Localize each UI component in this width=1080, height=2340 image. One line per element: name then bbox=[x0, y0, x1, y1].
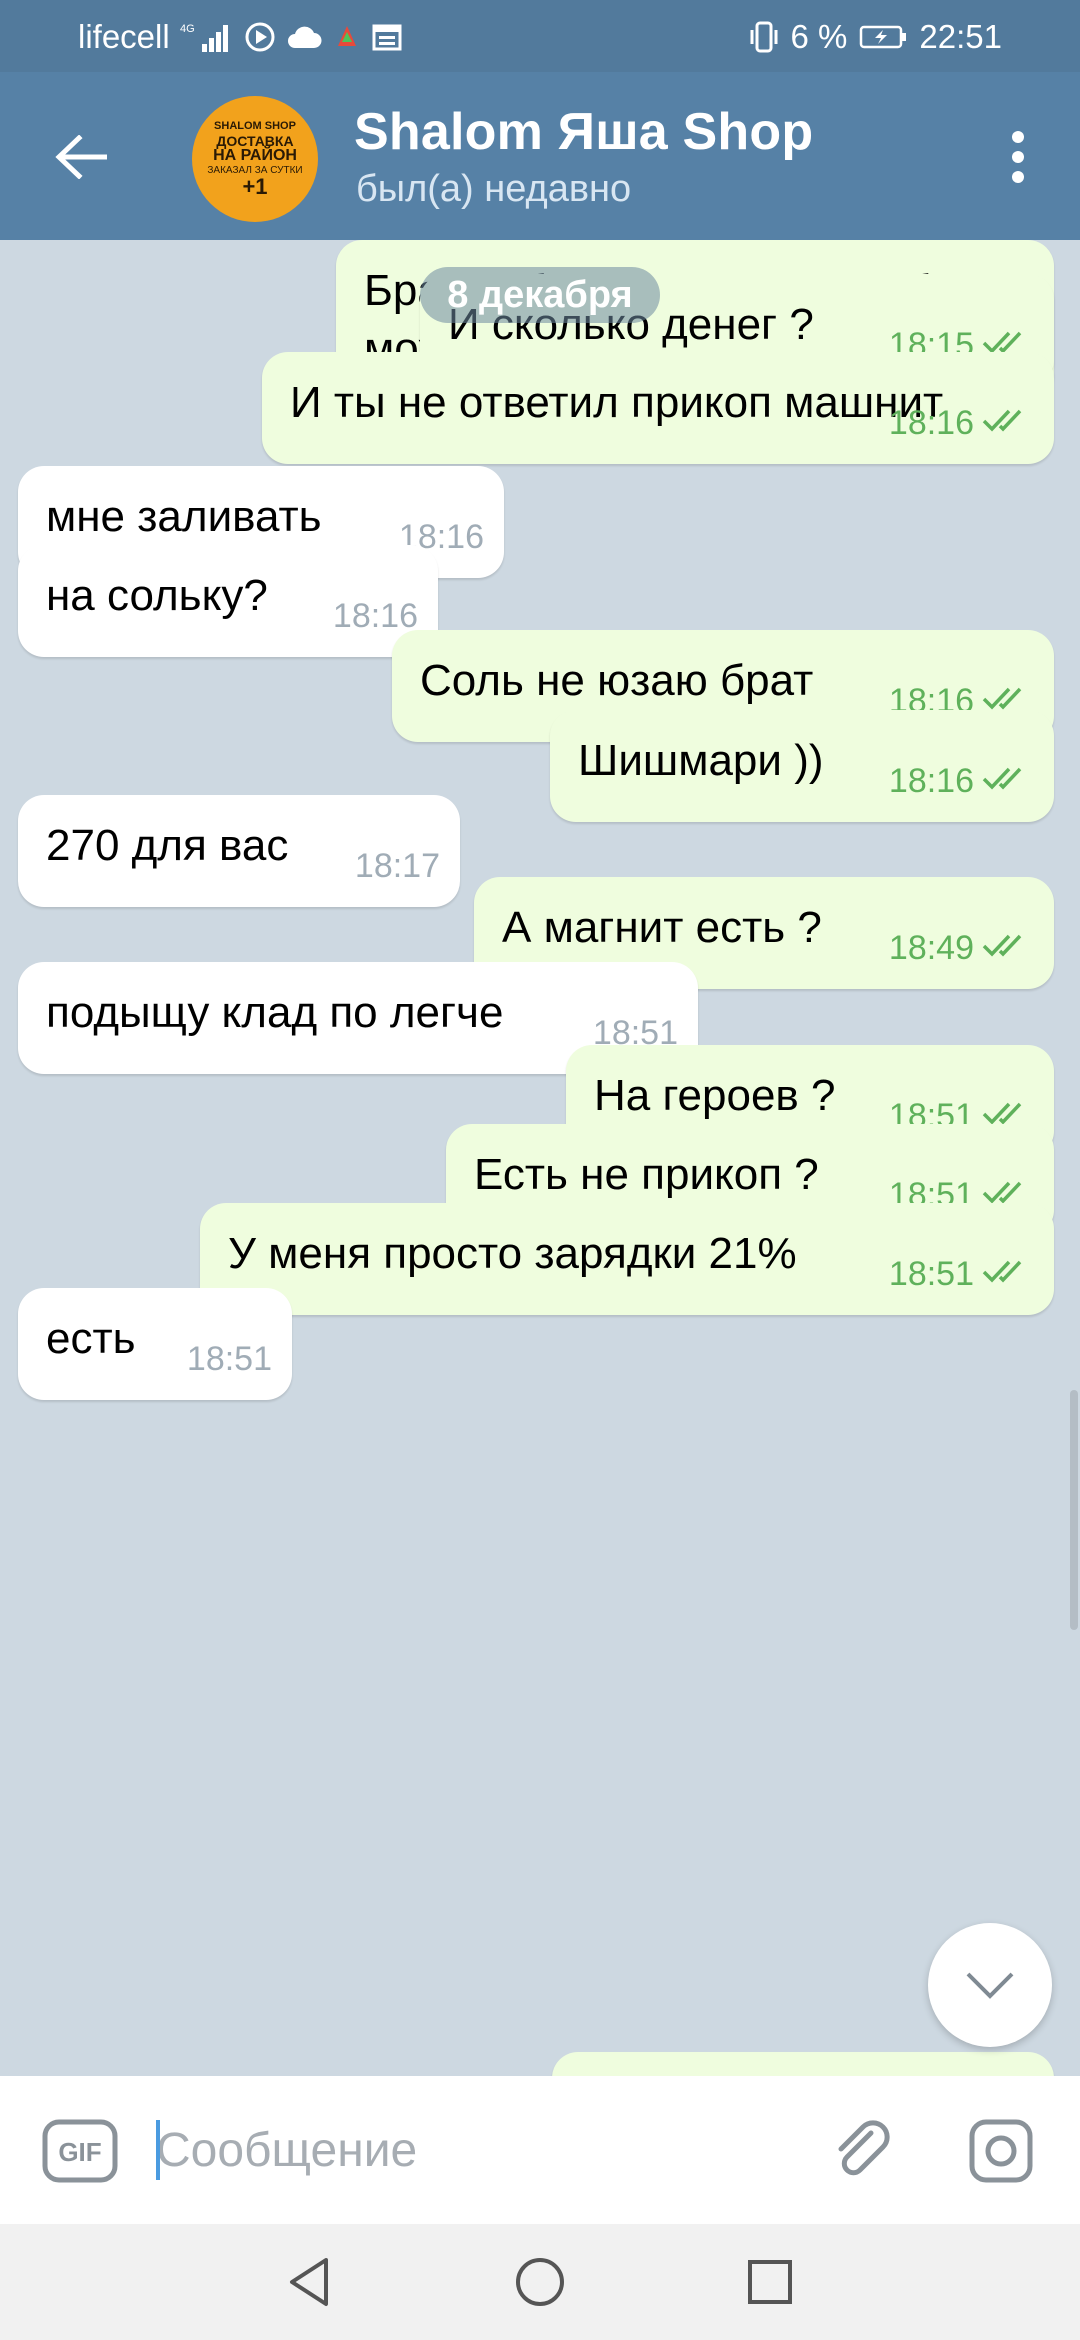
chat-last-seen: был(а) недавно bbox=[356, 168, 632, 210]
message-meta: 18:17 bbox=[355, 837, 440, 895]
avatar-line-1: ДОСТАВКА bbox=[216, 132, 294, 149]
back-button[interactable] bbox=[48, 124, 114, 190]
battery-charging-icon bbox=[859, 24, 907, 50]
carrier-label: lifecell bbox=[78, 18, 170, 55]
nav-recents-button[interactable] bbox=[740, 2252, 800, 2312]
message-input[interactable] bbox=[156, 2110, 796, 2190]
message-time: 18:51 bbox=[888, 1255, 974, 1293]
double-check-icon bbox=[982, 409, 1022, 432]
system-nav-bar bbox=[0, 2224, 1080, 2340]
incoming-message[interactable]: на сольку? 18:16 bbox=[18, 545, 438, 657]
read-receipt bbox=[982, 752, 1034, 810]
message-text: А магнит есть ? bbox=[502, 903, 822, 952]
double-check-icon bbox=[982, 1102, 1022, 1125]
double-check-icon bbox=[982, 687, 1022, 710]
avatar-brand: SHALOM SHOP bbox=[214, 119, 296, 132]
message-text: И ты не ответил прикоп машнит bbox=[290, 378, 944, 427]
text-cursor bbox=[156, 2120, 160, 2180]
gif-icon: GIF bbox=[42, 2119, 118, 2183]
cloud-icon bbox=[286, 24, 322, 50]
message-meta: 18:51 bbox=[889, 1245, 1034, 1303]
clock: 22:51 bbox=[919, 18, 1002, 55]
attach-button[interactable] bbox=[828, 2116, 898, 2186]
chevron-down-icon bbox=[966, 1972, 1014, 1999]
read-receipt bbox=[982, 394, 1034, 452]
avatar-line-2: НА РАЙОН bbox=[213, 146, 297, 164]
read-receipt bbox=[982, 919, 1034, 977]
triangle-back-icon bbox=[290, 2258, 328, 2306]
arrow-left-icon bbox=[55, 135, 107, 179]
scroll-down-button[interactable] bbox=[928, 1923, 1052, 2047]
message-meta: 18:16 bbox=[889, 752, 1034, 810]
camera-button[interactable] bbox=[966, 2116, 1036, 2186]
message-meta: 18:51 bbox=[187, 1330, 272, 1388]
double-check-icon bbox=[982, 1260, 1022, 1283]
message-list[interactable]: Братан боту залить или тебе можно ?18:15… bbox=[0, 240, 1080, 2076]
message-time: 18:51 bbox=[186, 1340, 272, 1378]
outgoing-message[interactable]: И ты не ответил прикоп машнит 18:16 bbox=[262, 352, 1054, 464]
double-check-icon bbox=[982, 767, 1022, 790]
date-separator: 8 декабря bbox=[420, 267, 660, 323]
message-meta: 18:16 bbox=[889, 394, 1034, 452]
calendar-icon bbox=[372, 23, 402, 51]
message-text: Соль не юзаю брат bbox=[420, 656, 814, 705]
app-notification-icon bbox=[332, 22, 362, 52]
message-text: мне заливать bbox=[46, 492, 322, 541]
message-text: на сольку? bbox=[46, 571, 268, 620]
more-menu-button[interactable] bbox=[998, 124, 1038, 190]
play-icon bbox=[244, 21, 276, 53]
chat-title[interactable]: Shalom Яша Shop bbox=[354, 102, 813, 162]
chat-header: SHALOM SHOP ДОСТАВКА НА РАЙОН ЗАКАЗАЛ ЗА… bbox=[0, 72, 1080, 240]
double-check-icon bbox=[982, 934, 1022, 957]
vibrate-icon bbox=[749, 20, 779, 54]
svg-text:GIF: GIF bbox=[58, 2137, 101, 2167]
message-time: 18:16 bbox=[888, 762, 974, 800]
double-check-icon bbox=[982, 1181, 1022, 1204]
message-meta: 18:49 bbox=[889, 919, 1034, 977]
square-recents-icon bbox=[748, 2260, 792, 2304]
message-text: есть bbox=[46, 1314, 136, 1363]
avatar[interactable]: SHALOM SHOP ДОСТАВКА НА РАЙОН ЗАКАЗАЛ ЗА… bbox=[192, 96, 318, 222]
message-text: На героев ? bbox=[594, 1071, 836, 1120]
message-time: 18:16 bbox=[888, 404, 974, 442]
incoming-message[interactable]: 270 для вас 18:17 bbox=[18, 795, 460, 907]
avatar-line-4: +1 bbox=[242, 173, 268, 199]
nav-home-button[interactable] bbox=[510, 2252, 570, 2312]
read-receipt bbox=[982, 1245, 1034, 1303]
outgoing-message[interactable]: У меня просто зарядки 21% 18:51 bbox=[200, 1203, 1054, 1315]
network-type: 4G bbox=[180, 23, 195, 35]
battery-percent: 6 % bbox=[790, 18, 848, 55]
gif-button[interactable]: GIF bbox=[42, 2118, 118, 2184]
nav-back-button[interactable] bbox=[280, 2252, 340, 2312]
scrollbar[interactable] bbox=[1070, 1390, 1078, 1630]
message-text: Есть не прикоп ? bbox=[474, 1150, 819, 1199]
circle-home-icon bbox=[516, 2258, 564, 2306]
outgoing-message-partial[interactable] bbox=[552, 2052, 1054, 2076]
camera-icon bbox=[969, 2119, 1033, 2183]
paperclip-icon bbox=[838, 2120, 890, 2176]
message-text: Шишмари )) bbox=[578, 736, 824, 785]
message-time: 18:17 bbox=[354, 847, 440, 885]
status-bar: lifecell 4G 6 % 22:51 bbox=[0, 0, 1080, 72]
message-time: 18:49 bbox=[888, 929, 974, 967]
message-text: У меня просто зарядки 21% bbox=[228, 1229, 797, 1278]
incoming-message[interactable]: есть 18:51 bbox=[18, 1288, 292, 1400]
message-text: подыщу клад по легче bbox=[46, 988, 504, 1037]
signal-icon: 4G bbox=[180, 20, 234, 54]
message-composer: GIF bbox=[0, 2076, 1080, 2224]
message-text: 270 для вас bbox=[46, 821, 289, 870]
more-vertical-icon bbox=[1012, 131, 1024, 183]
outgoing-message[interactable]: Шишмари )) 18:16 bbox=[550, 710, 1054, 822]
